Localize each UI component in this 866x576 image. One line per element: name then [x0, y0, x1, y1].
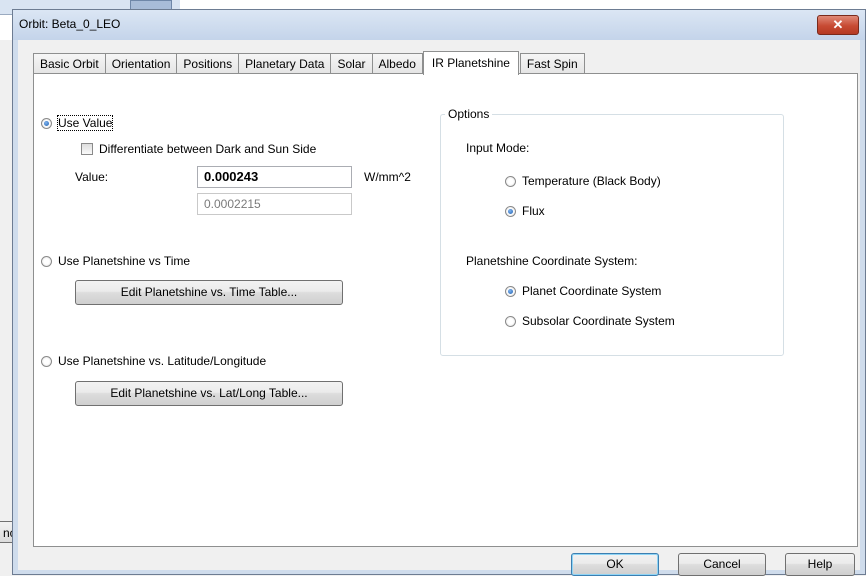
- use-vs-time-label: Use Planetshine vs Time: [58, 254, 191, 268]
- value-label: Value:: [75, 170, 109, 184]
- edit-vs-time-button[interactable]: Edit Planetshine vs. Time Table...: [75, 280, 343, 305]
- use-vs-latlong-radio[interactable]: Use Planetshine vs. Latitude/Longitude: [41, 354, 266, 368]
- ir-planetshine-panel: Use Value Differentiate between Dark and…: [33, 73, 858, 547]
- use-value-radio[interactable]: Use Value: [41, 115, 114, 131]
- flux-label: Flux: [522, 204, 545, 218]
- radio-unselected-icon: [505, 315, 516, 327]
- radio-unselected-icon: [505, 175, 516, 187]
- tab-solar[interactable]: Solar: [330, 53, 373, 74]
- tab-planetary-data[interactable]: Planetary Data: [238, 53, 332, 74]
- tab-fast-spin[interactable]: Fast Spin: [519, 53, 585, 74]
- tab-basic-orbit[interactable]: Basic Orbit: [33, 53, 106, 74]
- dialog-title: Orbit: Beta_0_LEO: [19, 17, 121, 31]
- value-units: W/mm^2: [364, 170, 411, 184]
- input-mode-label: Input Mode:: [466, 141, 530, 155]
- differentiate-label: Differentiate between Dark and Sun Side: [99, 142, 317, 156]
- radio-unselected-icon: [41, 355, 52, 367]
- orbit-dialog: Orbit: Beta_0_LEO ✕ Basic Orbit Orientat…: [12, 9, 866, 576]
- dialog-client-area: Basic Orbit Orientation Positions Planet…: [18, 40, 860, 576]
- radio-selected-icon: [505, 205, 516, 217]
- tab-positions[interactable]: Positions: [176, 53, 240, 74]
- tab-albedo[interactable]: Albedo: [371, 53, 423, 74]
- planet-coord-radio[interactable]: Planet Coordinate System: [505, 284, 661, 298]
- secondary-value-input: 0.0002215: [197, 193, 352, 215]
- radio-selected-icon: [41, 117, 52, 129]
- dialog-titlebar: Orbit: Beta_0_LEO ✕: [13, 10, 865, 40]
- subsolar-coord-radio[interactable]: Subsolar Coordinate System: [505, 314, 675, 328]
- checkbox-unchecked-icon: [81, 143, 93, 155]
- help-button[interactable]: Help: [785, 553, 855, 576]
- tab-orientation[interactable]: Orientation: [104, 53, 178, 74]
- temperature-label: Temperature (Black Body): [522, 174, 661, 188]
- value-input[interactable]: 0.000243: [197, 166, 352, 188]
- close-icon[interactable]: ✕: [817, 15, 859, 35]
- differentiate-checkbox[interactable]: Differentiate between Dark and Sun Side: [81, 142, 316, 156]
- use-vs-latlong-label: Use Planetshine vs. Latitude/Longitude: [58, 354, 267, 368]
- ok-button[interactable]: OK: [571, 553, 659, 576]
- options-group-title: Options: [445, 107, 493, 121]
- tab-strip: Basic Orbit Orientation Positions Planet…: [33, 50, 585, 75]
- coord-system-label: Planetshine Coordinate System:: [466, 254, 638, 268]
- radio-selected-icon: [505, 285, 516, 297]
- temperature-radio[interactable]: Temperature (Black Body): [505, 174, 661, 188]
- use-vs-time-radio[interactable]: Use Planetshine vs Time: [41, 254, 190, 268]
- use-value-label: Use Value: [56, 115, 114, 131]
- tab-ir-planetshine[interactable]: IR Planetshine: [422, 51, 519, 75]
- edit-vs-latlong-button[interactable]: Edit Planetshine vs. Lat/Long Table...: [75, 381, 343, 406]
- radio-unselected-icon: [41, 255, 52, 267]
- subsolar-coord-label: Subsolar Coordinate System: [522, 314, 675, 328]
- flux-radio[interactable]: Flux: [505, 204, 545, 218]
- planet-coord-label: Planet Coordinate System: [522, 284, 662, 298]
- cancel-button[interactable]: Cancel: [678, 553, 766, 576]
